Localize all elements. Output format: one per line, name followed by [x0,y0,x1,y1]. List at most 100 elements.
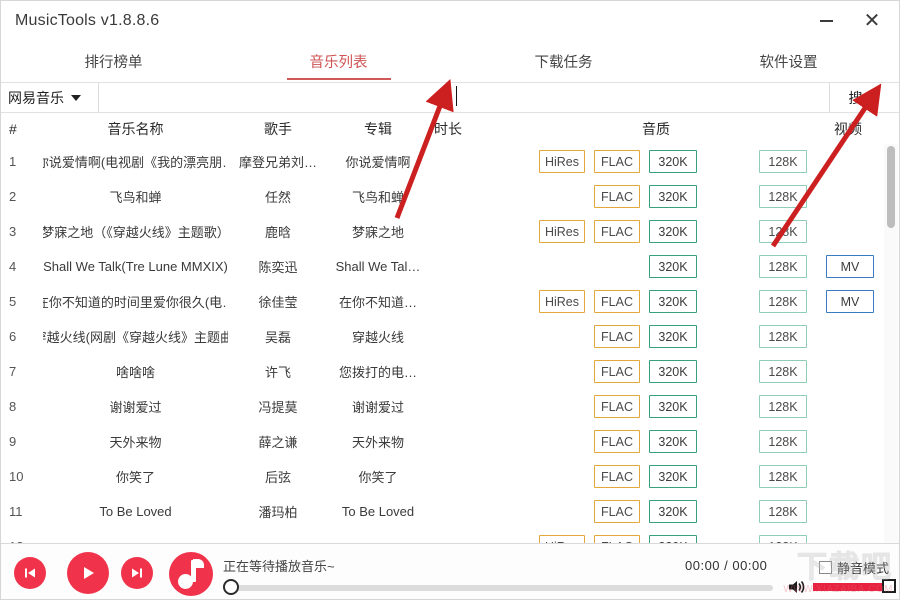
row-artist [228,529,328,544]
badge-flac[interactable]: FLAC [594,395,640,418]
badge-mv[interactable]: MV [826,255,874,278]
row-duration [418,249,478,284]
vertical-scrollbar[interactable] [884,144,898,544]
table-row[interactable]: 9天外来物薛之谦天外来物FLAC320K128K [1,424,885,459]
header-artist: 歌手 [228,114,328,144]
chevron-down-icon [71,95,81,101]
music-list-table[interactable]: 1你说爱情啊(电视剧《我的漂亮朋…摩登兄弟刘…你说爱情啊HiResFLAC320… [1,144,885,544]
mute-checkbox[interactable] [819,561,832,574]
table-row[interactable]: 5在你不知道的时间里爱你很久(电…徐佳莹在你不知道…HiResFLAC320K1… [1,284,885,319]
search-bar: 网易音乐 搜索 [1,82,900,113]
badge-128k[interactable]: 128K [759,395,807,418]
tab-music-list[interactable]: 音乐列表 [226,41,451,81]
badge-320k[interactable]: 320K [649,185,697,208]
row-song-name: 啥啥啥 [43,354,228,389]
badge-hires[interactable]: HiRes [539,290,585,313]
badge-flac[interactable]: FLAC [594,500,640,523]
music-note-head [178,574,193,589]
table-row[interactable]: 4Shall We Talk(Tre Lune MMXIX)陈奕迅Shall W… [1,249,885,284]
badge-flac[interactable]: FLAC [594,290,640,313]
volume-speaker-icon[interactable] [788,579,808,595]
row-duration [418,284,478,319]
badge-320k[interactable]: 320K [649,500,697,523]
badge-mv[interactable]: MV [826,290,874,313]
volume-slider-track[interactable] [813,583,891,591]
table-row[interactable]: 11To Be Loved潘玛柏To Be LovedFLAC320K128K [1,494,885,529]
progress-bar-track[interactable] [233,585,773,591]
badge-flac[interactable]: FLAC [594,465,640,488]
scrollbar-thumb[interactable] [887,146,895,228]
search-button[interactable]: 搜索 [829,83,900,112]
progress-bar-handle[interactable] [223,579,239,595]
minimize-button[interactable] [803,1,849,41]
badge-hires[interactable]: HiRes [539,220,585,243]
badge-128k[interactable]: 128K [759,150,807,173]
badge-flac[interactable]: FLAC [594,360,640,383]
tab-download-tasks[interactable]: 下载任务 [451,41,676,81]
volume-slider-handle[interactable] [882,579,896,593]
row-quality-badges: FLAC 320K 128K [481,319,831,354]
header-quality: 音质 [481,114,831,144]
badge-320k[interactable]: 320K [649,465,697,488]
next-icon [129,565,145,581]
table-row[interactable]: 7啥啥啥许飞您拨打的电…FLAC320K128K [1,354,885,389]
badge-flac[interactable]: FLAC [594,150,640,173]
table-row[interactable]: 6穿越火线(网剧《穿越火线》主题曲)吴磊穿越火线FLAC320K128K [1,319,885,354]
row-artist: 摩登兄弟刘… [228,144,328,179]
next-track-button[interactable] [121,557,153,589]
row-album: 飞鸟和蝉 [328,179,428,214]
table-row[interactable]: 3梦寐之地（《穿越火线》主题歌）鹿晗梦寐之地HiResFLAC320K128K [1,214,885,249]
play-button[interactable] [67,552,109,594]
row-quality-badges: FLAC 320K 128K [481,389,831,424]
row-index: 10 [9,459,43,494]
badge-128k[interactable]: 128K [759,465,807,488]
badge-flac[interactable]: FLAC [594,185,640,208]
badge-flac[interactable]: FLAC [594,325,640,348]
badge-320k[interactable]: 320K [649,150,697,173]
badge-128k[interactable]: 128K [759,290,807,313]
previous-track-button[interactable] [14,557,46,589]
row-album: To Be Loved [328,494,428,529]
close-button[interactable]: ✕ [849,1,895,41]
badge-128k[interactable]: 128K [759,185,807,208]
badge-128k[interactable]: 128K [759,360,807,383]
badge-320k[interactable]: 320K [649,255,697,278]
source-select[interactable]: 网易音乐 [1,83,99,112]
table-row[interactable]: 2飞鸟和蝉任然飞鸟和蝉FLAC320K128K [1,179,885,214]
row-album: Shall We Tal… [328,249,428,284]
badge-hires[interactable]: HiRes [539,150,585,173]
badge-128k[interactable]: 128K [759,500,807,523]
badge-320k[interactable]: 320K [649,220,697,243]
badge-320k[interactable]: 320K [649,430,697,453]
badge-flac[interactable]: FLAC [594,430,640,453]
mute-mode-toggle[interactable]: 静音模式 [819,558,889,577]
tab-active-underline [287,78,391,80]
row-artist: 徐佳莹 [228,284,328,319]
badge-320k[interactable]: 320K [649,290,697,313]
row-album: 穿越火线 [328,319,428,354]
tab-settings[interactable]: 软件设置 [676,41,900,81]
table-row[interactable]: 1你说爱情啊(电视剧《我的漂亮朋…摩登兄弟刘…你说爱情啊HiResFLAC320… [1,144,885,179]
table-row[interactable]: 8谢谢爱过冯提莫谢谢爱过FLAC320K128K [1,389,885,424]
search-input[interactable] [99,83,829,112]
badge-320k[interactable]: 320K [649,360,697,383]
tab-music-list-label: 音乐列表 [310,51,368,72]
row-index: 7 [9,354,43,389]
badge-128k[interactable]: 128K [759,325,807,348]
row-index: 3 [9,214,43,249]
row-quality-badges: FLAC 320K 128K [481,354,831,389]
row-quality-badges: HiRes FLAC 320K 128K [481,214,831,249]
badge-flac[interactable]: FLAC [594,220,640,243]
table-row[interactable]: 12HiResFLAC320K128K [1,529,885,544]
row-song-name: 飞鸟和蝉 [43,179,228,214]
table-row[interactable]: 10你笑了后弦你笑了FLAC320K128K [1,459,885,494]
badge-320k[interactable]: 320K [649,395,697,418]
badge-128k[interactable]: 128K [759,255,807,278]
row-album [328,529,428,544]
tab-rankings[interactable]: 排行榜单 [1,41,226,81]
badge-128k[interactable]: 128K [759,430,807,453]
badge-128k[interactable]: 128K [759,220,807,243]
previous-icon [22,565,38,581]
badge-320k[interactable]: 320K [649,325,697,348]
album-art-disc[interactable] [169,552,213,596]
